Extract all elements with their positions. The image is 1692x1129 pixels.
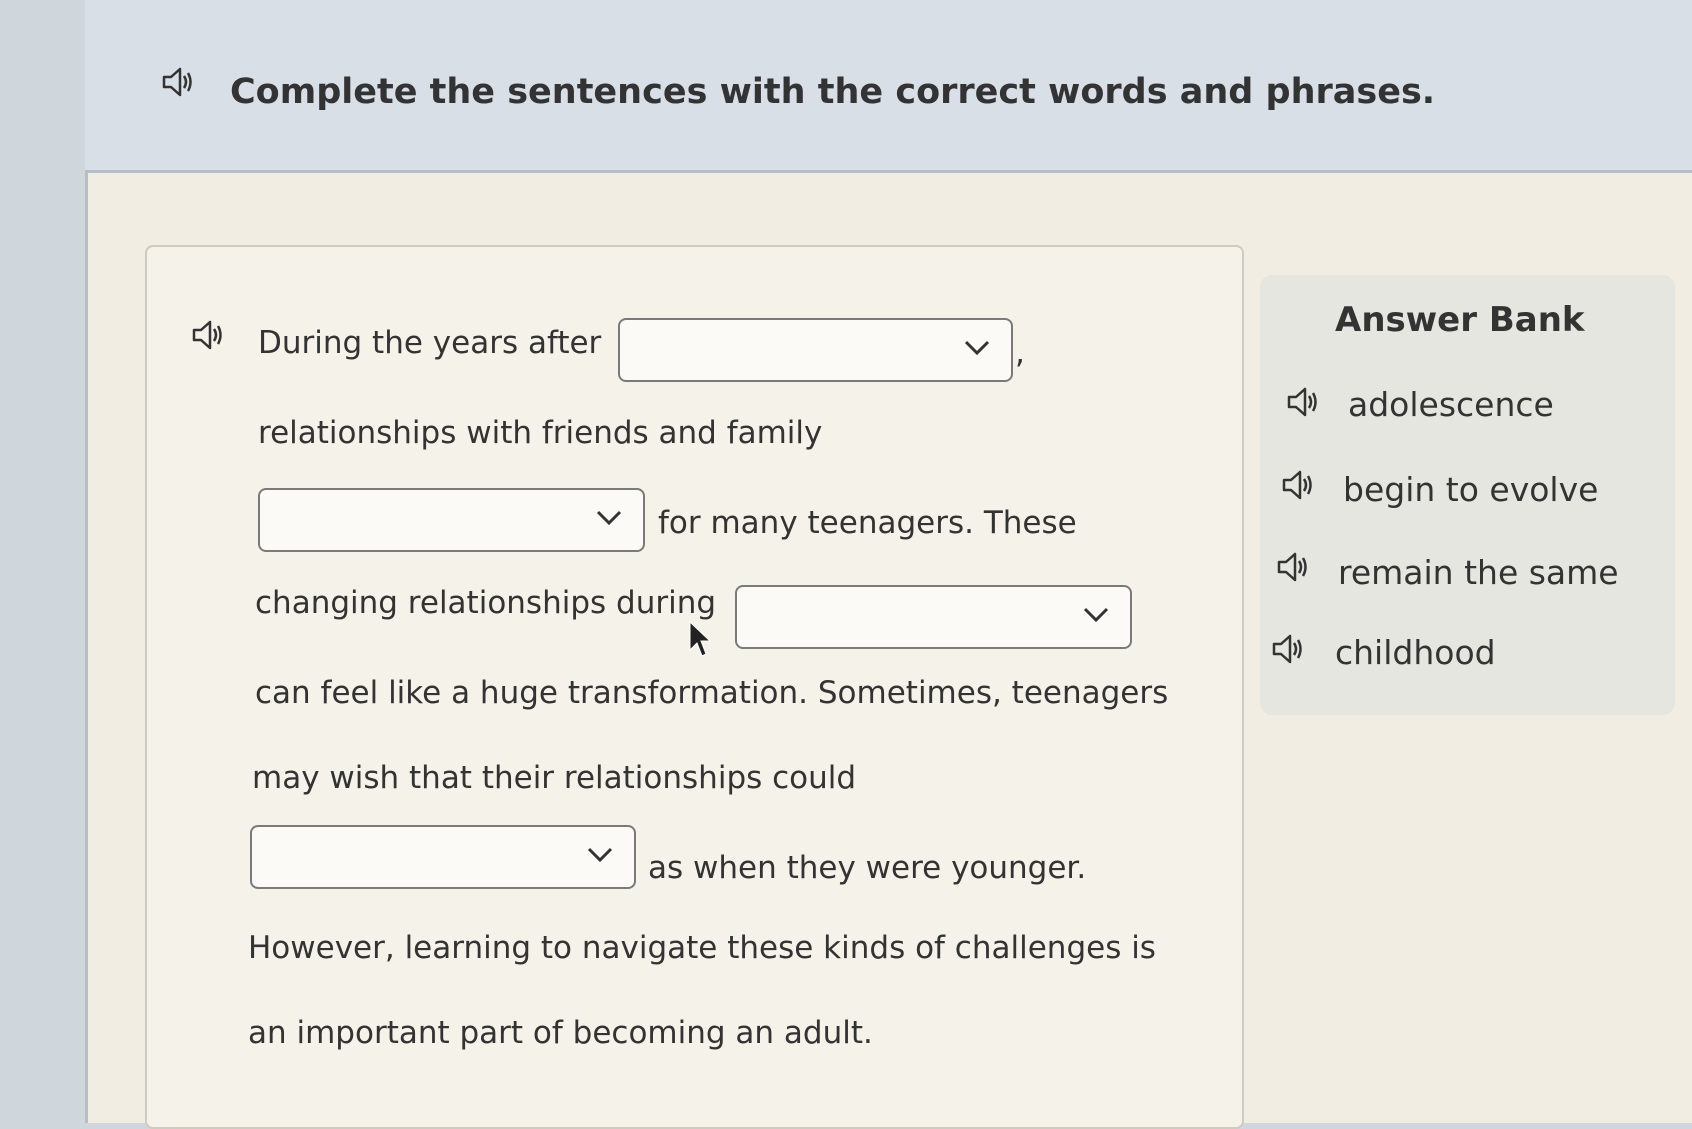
chevron-down-icon xyxy=(587,847,613,863)
answer-dropdown-3[interactable] xyxy=(735,585,1132,649)
chevron-down-icon xyxy=(964,340,990,356)
speaker-icon[interactable] xyxy=(1275,550,1309,584)
speaker-icon[interactable] xyxy=(1280,468,1314,502)
answer-bank-item[interactable]: childhood xyxy=(1335,633,1496,672)
passage-line-8: However, learning to navigate these kind… xyxy=(248,930,1156,966)
passage-line-2: relationships with friends and family xyxy=(258,415,823,451)
chevron-down-icon xyxy=(596,510,622,526)
mouse-cursor-icon xyxy=(689,620,710,657)
punctuation-comma: , xyxy=(1015,335,1025,371)
answer-bank-item[interactable]: remain the same xyxy=(1338,553,1619,592)
answer-dropdown-4[interactable] xyxy=(250,825,636,889)
speaker-icon[interactable] xyxy=(160,65,194,99)
answer-dropdown-1[interactable] xyxy=(618,318,1013,382)
chevron-down-icon xyxy=(1083,607,1109,623)
passage-line-1: During the years after xyxy=(258,325,602,361)
passage-line-4: changing relationships during xyxy=(255,585,717,621)
passage-line-7: as when they were younger. xyxy=(648,850,1087,886)
passage-line-5: can feel like a huge transformation. Som… xyxy=(255,675,1169,711)
answer-bank-item[interactable]: adolescence xyxy=(1348,385,1554,424)
speaker-icon[interactable] xyxy=(190,318,224,352)
answer-bank-title: Answer Bank xyxy=(1335,300,1585,340)
instructions-text: Complete the sentences with the correct … xyxy=(230,72,1436,112)
passage-line-3: for many teenagers. These xyxy=(658,505,1077,541)
passage-line-9: an important part of becoming an adult. xyxy=(248,1015,873,1051)
speaker-icon[interactable] xyxy=(1270,632,1304,666)
passage-line-6: may wish that their relationships could xyxy=(252,760,857,796)
answer-dropdown-2[interactable] xyxy=(258,488,645,552)
answer-bank-item[interactable]: begin to evolve xyxy=(1343,470,1598,509)
speaker-icon[interactable] xyxy=(1285,385,1319,419)
